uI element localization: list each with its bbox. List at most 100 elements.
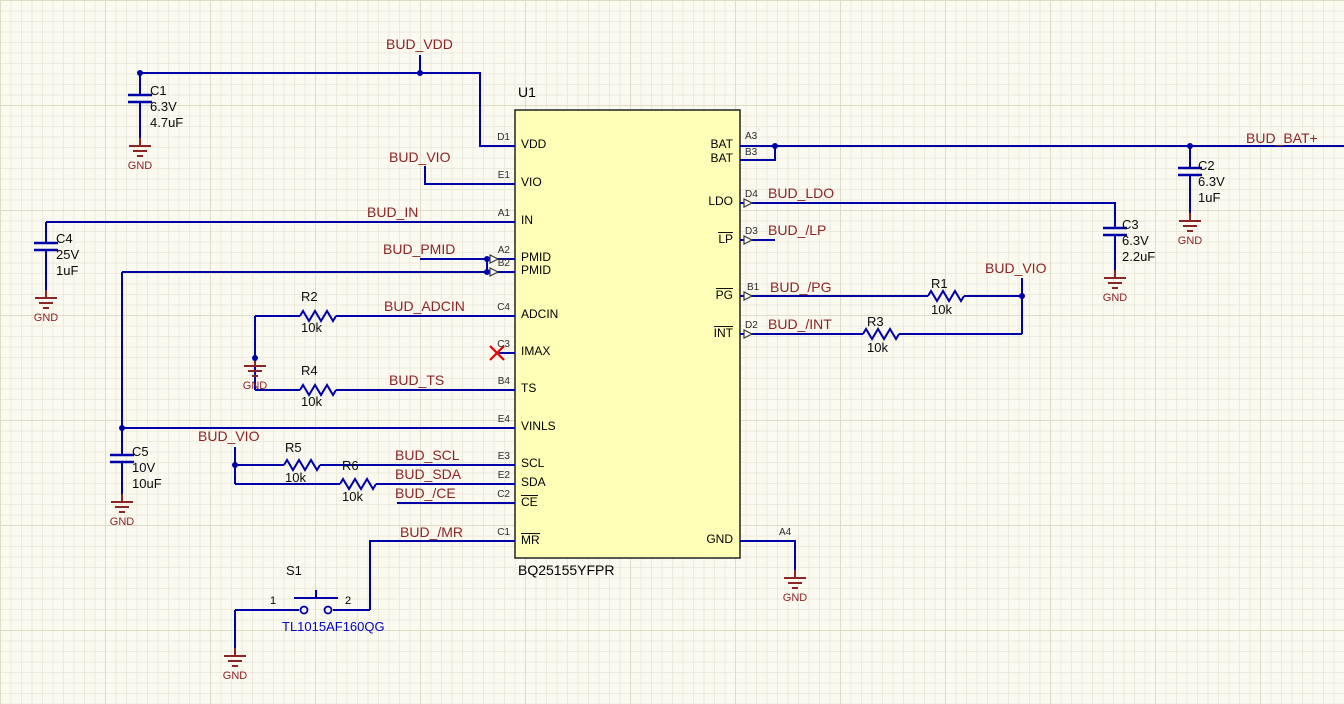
s1-designator[interactable]: S1	[286, 564, 302, 579]
pin-des-c4: C4	[470, 302, 510, 314]
c3-value[interactable]: 2.2uF	[1122, 250, 1155, 265]
net-label-bud-pmid[interactable]: BUD_PMID	[383, 241, 455, 257]
c1-designator[interactable]: C1	[150, 84, 167, 99]
r3-designator[interactable]: R3	[867, 315, 884, 330]
net-label-bud-bat[interactable]: BUD_BAT+	[1246, 130, 1318, 146]
net-label-bud-mr[interactable]: BUD_/MR	[400, 524, 463, 540]
net-label-bud-in[interactable]: BUD_IN	[367, 204, 418, 220]
pin-des-a4: A4	[779, 527, 791, 539]
r4-value[interactable]: 10k	[301, 395, 322, 410]
c3-rating[interactable]: 6.3V	[1122, 234, 1149, 249]
pin-name-int: INT	[714, 326, 733, 340]
c2-rating[interactable]: 6.3V	[1198, 175, 1225, 190]
c2-value[interactable]: 1uF	[1198, 191, 1220, 206]
s1-pin1-number: 1	[270, 595, 276, 608]
net-label-bud-ce[interactable]: BUD_/CE	[395, 485, 456, 501]
net-label-bud-ts[interactable]: BUD_TS	[389, 372, 444, 388]
resistor-r3[interactable]	[863, 329, 899, 339]
c1-rating[interactable]: 6.3V	[150, 100, 177, 115]
pin-des-d1: D1	[470, 132, 510, 144]
gnd-symbol[interactable]	[35, 290, 57, 308]
r2-designator[interactable]: R2	[301, 290, 318, 305]
gnd-symbol[interactable]	[224, 648, 246, 666]
net-label-bud-ldo[interactable]: BUD_LDO	[768, 185, 834, 201]
r4-designator[interactable]: R4	[301, 364, 318, 379]
pin-des-a1: A1	[470, 208, 510, 220]
r5-value[interactable]: 10k	[285, 471, 306, 486]
pin-name-gnd: GND	[706, 533, 733, 547]
pin-des-e1: E1	[470, 170, 510, 182]
pin-name-mr: MR	[521, 533, 540, 547]
c2-designator[interactable]: C2	[1198, 159, 1215, 174]
net-label-bud-scl[interactable]: BUD_SCL	[395, 447, 460, 463]
ic-body[interactable]	[515, 110, 740, 558]
ic-part-number[interactable]: BQ25155YFPR	[518, 562, 615, 578]
c4-designator[interactable]: C4	[56, 232, 73, 247]
net-label-bud-vio-1[interactable]: BUD_VIO	[389, 149, 450, 165]
r1-designator[interactable]: R1	[931, 277, 948, 292]
capacitor-c1[interactable]	[128, 73, 152, 138]
c5-designator[interactable]: C5	[132, 445, 149, 460]
pin-des-b2: B2	[470, 258, 510, 270]
r2-value[interactable]: 10k	[301, 321, 322, 336]
net-label-bud-pg[interactable]: BUD_/PG	[770, 279, 831, 295]
r1-value[interactable]: 10k	[931, 303, 952, 318]
junction-dot	[1019, 293, 1025, 299]
net-label-bud-sda[interactable]: BUD_SDA	[395, 466, 461, 482]
gnd-label[interactable]: GND	[118, 160, 162, 173]
gnd-symbol[interactable]	[129, 138, 151, 156]
net-label-bud-adcin[interactable]: BUD_ADCIN	[384, 298, 465, 314]
r5-designator[interactable]: R5	[285, 441, 302, 456]
pin-des-d4: D4	[745, 189, 758, 201]
pin-des-c2: C2	[470, 489, 510, 501]
net-label-bud-vdd[interactable]: BUD_VDD	[386, 36, 453, 52]
gnd-symbol[interactable]	[1104, 270, 1126, 288]
wire-gnd-a4[interactable]	[740, 541, 795, 570]
wire-bud-mr[interactable]	[370, 541, 515, 610]
gnd-label[interactable]: GND	[1093, 292, 1137, 305]
c4-rating[interactable]: 25V	[56, 248, 79, 263]
pin-des-d2: D2	[745, 320, 758, 332]
gnd-label[interactable]: GND	[24, 312, 68, 325]
junction-dot	[772, 143, 778, 149]
capacitor-c5[interactable]	[110, 455, 134, 494]
net-label-bud-vio-3[interactable]: BUD_VIO	[985, 260, 1046, 276]
pin-des-b4: B4	[470, 376, 510, 388]
r6-value[interactable]: 10k	[342, 490, 363, 505]
gnd-symbol[interactable]	[784, 570, 806, 588]
pin-des-a3: A3	[745, 131, 757, 143]
junction-dot	[232, 462, 238, 468]
pin-name-lp: LP	[718, 232, 733, 246]
pin-des-d3: D3	[745, 226, 758, 238]
pin-name-bat-a3: BAT	[711, 138, 733, 152]
net-label-bud-lp[interactable]: BUD_/LP	[768, 222, 826, 238]
gnd-label[interactable]: GND	[213, 670, 257, 683]
c1-value[interactable]: 4.7uF	[150, 116, 183, 131]
c4-value[interactable]: 1uF	[56, 264, 78, 279]
ic-designator[interactable]: U1	[518, 84, 536, 100]
net-label-bud-int[interactable]: BUD_/INT	[768, 316, 832, 332]
wire-bud-vdd[interactable]	[140, 73, 515, 146]
pin-name-ldo: LDO	[708, 195, 733, 209]
pin-name-pg: PG	[716, 288, 733, 302]
net-label-bud-vio-2[interactable]: BUD_VIO	[198, 428, 259, 444]
capacitor-c4[interactable]	[34, 222, 58, 290]
gnd-symbol[interactable]	[1179, 213, 1201, 231]
r3-value[interactable]: 10k	[867, 341, 888, 356]
gnd-label[interactable]: GND	[100, 516, 144, 529]
gnd-label[interactable]: GND	[773, 592, 817, 605]
c5-rating[interactable]: 10V	[132, 461, 155, 476]
resistor-r1[interactable]	[928, 291, 964, 301]
gnd-symbol[interactable]	[111, 494, 133, 512]
s1-pin2-number: 2	[345, 595, 351, 608]
s1-part-number[interactable]: TL1015AF160QG	[282, 620, 385, 635]
pin-des-a2: A2	[470, 245, 510, 257]
gnd-label[interactable]: GND	[1168, 235, 1212, 248]
pin-name-ts: TS	[521, 382, 536, 396]
c3-designator[interactable]: C3	[1122, 218, 1139, 233]
schematic-canvas[interactable]: BUD_VDD BUD_VIO BUD_IN BUD_PMID BUD_ADCI…	[0, 0, 1344, 704]
gnd-label[interactable]: GND	[233, 380, 277, 393]
c5-value[interactable]: 10uF	[132, 477, 162, 492]
r6-designator[interactable]: R6	[342, 459, 359, 474]
pin-name-imax: IMAX	[521, 345, 550, 359]
